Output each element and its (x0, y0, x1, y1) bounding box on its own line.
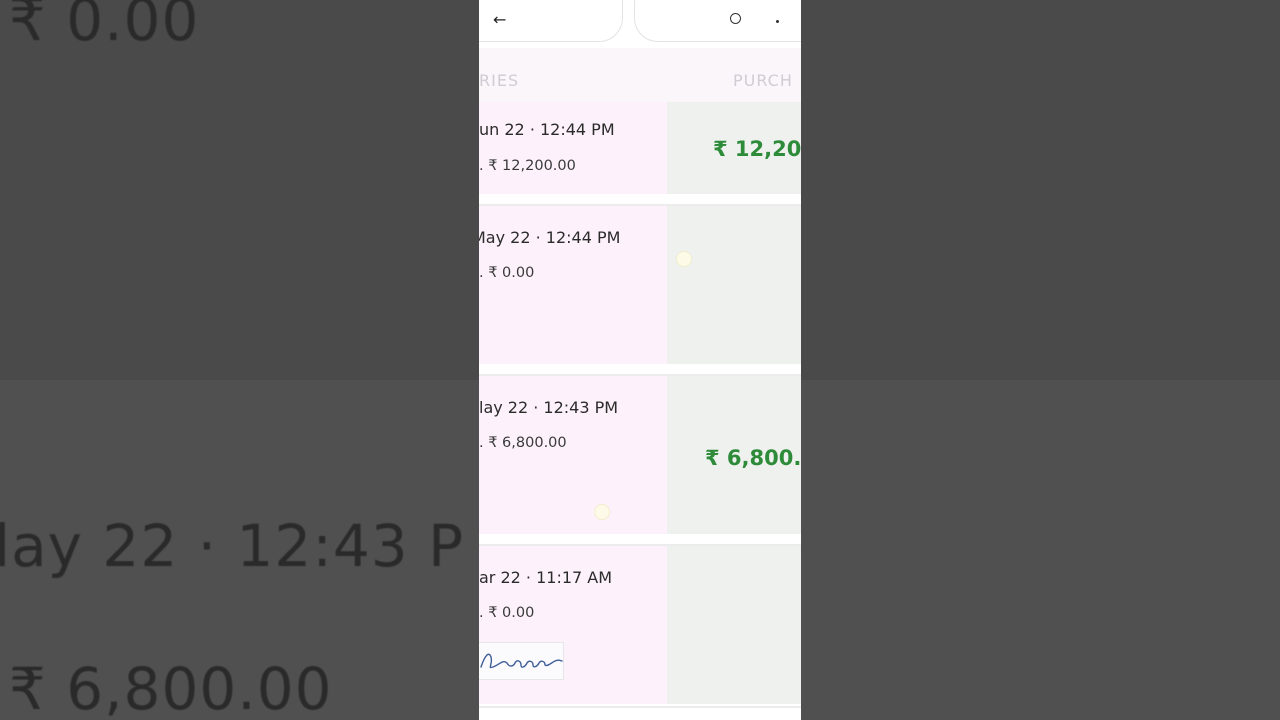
entry-details (479, 102, 667, 194)
entry-row[interactable]: un 22 · 12:44 PM . ₹ 12,200.00 ₹ 12,200. (479, 102, 801, 194)
touch-indicator (594, 504, 610, 520)
touch-indicator (676, 251, 692, 267)
entry-datetime: lay 22 · 12:43 PM (479, 398, 619, 417)
background-left: . ₹ 0.00 lay 22 · 12:43 P . ₹ 6,800.00 (0, 0, 479, 720)
entry-amount-cell (667, 206, 801, 364)
search-icon[interactable] (730, 13, 741, 24)
entry-row[interactable]: May 22 · 12:44 PM . ₹ 0.00 (479, 206, 801, 364)
signature-icon (480, 653, 563, 669)
entry-datetime: un 22 · 12:44 PM (479, 120, 615, 139)
entry-row[interactable]: ar 22 · 11:17 AM . ₹ 0.00 (479, 546, 801, 704)
signature-attachment[interactable] (479, 642, 564, 680)
column-header-purchase: PURCH (733, 71, 793, 90)
entry-balance: . ₹ 6,800.00 (479, 435, 567, 451)
background-text-top: . ₹ 0.00 (0, 0, 200, 54)
entry-amount: ₹ 12,200. (713, 137, 801, 161)
entry-row[interactable]: lay 22 · 12:43 PM . ₹ 6,800.00 ₹ 6,800. (479, 376, 801, 534)
entry-balance: . ₹ 0.00 (479, 605, 535, 621)
entry-amount: ₹ 6,800. (705, 446, 801, 470)
app-toolbar: ← (479, 0, 801, 48)
phone-screen: ← RIES PURCH un 22 · 12:44 PM . ₹ 12,200… (479, 0, 801, 720)
entry-datetime: ar 22 · 11:17 AM (479, 568, 613, 587)
background-right (801, 0, 1280, 720)
background-text-mid: lay 22 · 12:43 P (0, 512, 465, 580)
more-options-icon[interactable] (776, 20, 779, 23)
column-header-entries: RIES (479, 71, 520, 90)
entry-amount-cell (667, 546, 801, 704)
column-header-bar: RIES PURCH (479, 48, 801, 102)
background-band-right (801, 380, 1280, 720)
row-divider (479, 706, 801, 708)
entry-balance: . ₹ 0.00 (479, 265, 535, 281)
back-arrow-icon[interactable]: ← (493, 10, 506, 29)
entry-balance: . ₹ 12,200.00 (479, 158, 576, 174)
entry-datetime: May 22 · 12:44 PM (479, 228, 621, 247)
background-text-bottom: . ₹ 6,800.00 (0, 655, 333, 720)
